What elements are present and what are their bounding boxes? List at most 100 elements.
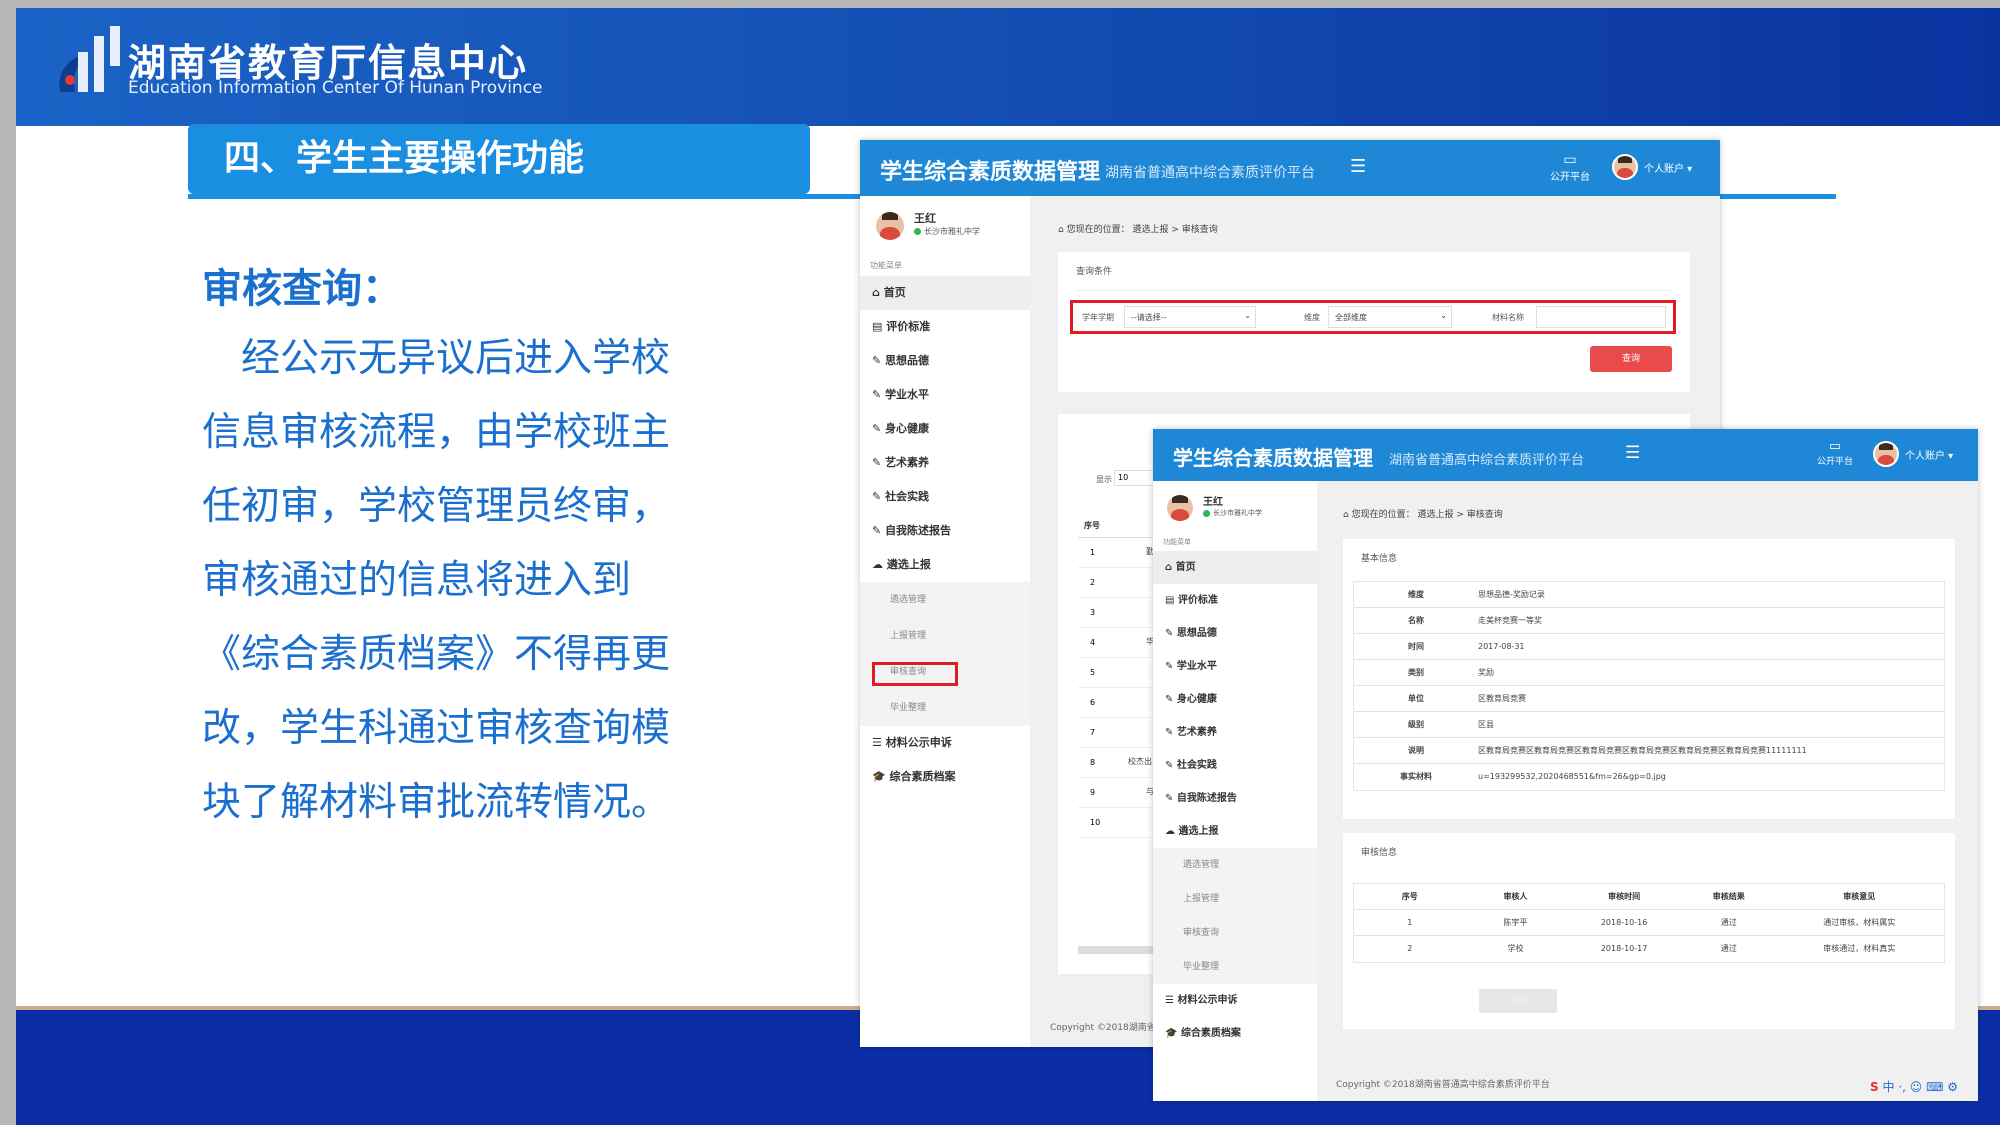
public-platform-label: 公开平台 xyxy=(1817,457,1854,467)
horizontal-scrollbar[interactable] xyxy=(1078,946,1158,954)
query-panel: 查询条件 学年学期 --请选择-- ⌄ 维度 全部维度 ⌄ 材料名称 查询 xyxy=(1058,252,1690,392)
sidebar-item-label: 身心健康 xyxy=(885,422,930,435)
basic-info-table: 维度 思想品德-奖励记录 名称 走美杯竞赛一等奖 时间 2017-08-31 类别 奖励… xyxy=(1353,581,1945,791)
sidebar-subitem-graduation[interactable]: 毕业整理 xyxy=(860,690,1030,726)
cell: 2 xyxy=(1407,944,1413,953)
public-platform-link[interactable]: ▭ 公开平台 xyxy=(1817,439,1853,467)
edit-icon: ✎ xyxy=(1165,760,1174,771)
sidebar-item-self-report[interactable]: ✎ 自我陈述报告 xyxy=(1153,782,1317,815)
breadcrumb: ⌂ 您现在的位置： 遴选上报 > 审核查询 xyxy=(1058,225,1218,235)
menu-toggle-icon[interactable]: ☰ xyxy=(1625,443,1640,463)
sidebar-item-label: 思想品德 xyxy=(1176,628,1217,639)
public-platform-link[interactable]: ▭ 公开平台 xyxy=(1550,152,1590,183)
field-key: 时间 xyxy=(1408,642,1424,651)
list-icon: ☰ xyxy=(872,736,882,749)
table-row: 1 陈宇平 2018-10-16 通过 通过审核，材料属实 xyxy=(1354,910,1944,936)
sidebar-item-label: 综合素质档案 xyxy=(889,770,956,783)
sidebar-item-appeal[interactable]: ☰ 材料公示申诉 xyxy=(1153,984,1317,1017)
sidebar-item-appeal[interactable]: ☰ 材料公示申诉 xyxy=(860,726,1030,760)
user-menu-label: 个人账户 xyxy=(1644,164,1684,175)
table-row[interactable]: 2 xyxy=(1078,568,1158,598)
sidebar-subitem-selection-manage[interactable]: 遴选管理 xyxy=(1153,848,1317,882)
sidebar-item-practice[interactable]: ✎ 社会实践 xyxy=(1153,749,1317,782)
sidebar-item-label: 自我陈述报告 xyxy=(1176,793,1237,804)
body-line: 经公示无异议后进入学校 xyxy=(202,336,671,381)
breadcrumb-parent[interactable]: 遴选上报 xyxy=(1417,510,1453,520)
term-label: 学年学期 xyxy=(1082,313,1114,322)
sidebar-item-home[interactable]: ⌂ 首页 xyxy=(1153,551,1317,584)
basic-info-panel: 基本信息 维度 思想品德-奖励记录 名称 走美杯竞赛一等奖 时间 2017-08-31… xyxy=(1343,539,1955,819)
sidebar-item-self-report[interactable]: ✎ 自我陈述报告 xyxy=(860,514,1030,548)
sidebar-item-selection[interactable]: ☁ 遴选上报 xyxy=(1153,815,1317,848)
sidebar: 王红 长沙市雅礼中学 功能菜单 ⌂ 首页 ▤ 评价标准 ✎ 思想品德 ✎ 学业水… xyxy=(860,196,1030,1047)
body-line: 块了解材料审批流转情况。 xyxy=(202,780,671,825)
sidebar-item-label: 学业水平 xyxy=(1176,661,1217,672)
sidebar-item-practice[interactable]: ✎ 社会实践 xyxy=(860,480,1030,514)
user-menu[interactable]: 个人账户 ▾ xyxy=(1905,447,1953,462)
sidebar-item-archive[interactable]: 🎓 综合素质档案 xyxy=(1153,1017,1317,1050)
sidebar-user-name: 王红 xyxy=(914,212,936,225)
sidebar-subitem-graduation[interactable]: 毕业整理 xyxy=(1153,950,1317,984)
table-row[interactable]: 3 xyxy=(1078,598,1158,628)
graduation-cap-icon: 🎓 xyxy=(1165,1028,1178,1039)
sidebar-item-label: 材料公示申诉 xyxy=(1177,995,1238,1006)
attachment-link[interactable]: u=193299532,2020468551&fm=26&gp=0.jpg xyxy=(1478,772,1666,781)
sidebar-item-health[interactable]: ✎ 身心健康 xyxy=(860,412,1030,446)
dimension-select[interactable]: 全部维度 ⌄ xyxy=(1328,306,1452,328)
table-row[interactable]: 6 xyxy=(1078,688,1158,718)
table-row[interactable]: 7 xyxy=(1078,718,1158,748)
ime-toolbar[interactable]: S 中 ·, ☺ ⌨ ⚙ xyxy=(1870,1078,1958,1095)
sidebar-avatar xyxy=(1165,493,1195,523)
user-menu[interactable]: 个人账户 ▾ xyxy=(1644,160,1692,175)
sidebar-item-art[interactable]: ✎ 艺术素养 xyxy=(1153,716,1317,749)
page-size-select[interactable]: 10 xyxy=(1114,470,1154,486)
sidebar-item-art[interactable]: ✎ 艺术素养 xyxy=(860,446,1030,480)
sidebar-item-academic[interactable]: ✎ 学业水平 xyxy=(1153,650,1317,683)
user-avatar[interactable] xyxy=(1612,154,1638,180)
chevron-down-icon: ⌄ xyxy=(1244,311,1251,320)
query-button[interactable]: 查询 xyxy=(1590,346,1672,372)
cell: 学校 xyxy=(1507,944,1524,953)
breadcrumb-current: 审核查询 xyxy=(1181,225,1218,235)
breadcrumb-parent[interactable]: 遴选上报 xyxy=(1132,225,1168,235)
table-row: 类别 奖励 xyxy=(1354,660,1944,686)
book-icon: ▤ xyxy=(1165,595,1175,606)
sidebar-item-home[interactable]: ⌂ 首页 xyxy=(860,276,1030,310)
sidebar-item-criteria[interactable]: ▤ 评价标准 xyxy=(1153,584,1317,617)
subheading: 审核查询： xyxy=(202,266,402,312)
user-avatar[interactable] xyxy=(1873,441,1899,467)
cloud-upload-icon: ☁ xyxy=(1165,826,1175,837)
material-name-input[interactable] xyxy=(1536,306,1666,328)
edit-icon: ✎ xyxy=(872,354,882,367)
sidebar-item-criteria[interactable]: ▤ 评价标准 xyxy=(860,310,1030,344)
sidebar-item-morality[interactable]: ✎ 思想品德 xyxy=(1153,617,1317,650)
sidebar-item-archive[interactable]: 🎓 综合素质档案 xyxy=(860,760,1030,794)
field-value: 区教育局竞赛区教育局竞赛区教育局竞赛区教育局竞赛区教育局竞赛区教育局竞赛1111… xyxy=(1478,746,1807,755)
edit-icon: ✎ xyxy=(872,422,882,435)
sidebar-item-label: 学业水平 xyxy=(885,388,930,401)
sidebar-item-health[interactable]: ✎ 身心健康 xyxy=(1153,683,1317,716)
table-row[interactable]: 5 xyxy=(1078,658,1158,688)
sidebar-user-school-text: 长沙市雅礼中学 xyxy=(1213,509,1262,517)
back-button[interactable]: 返回 xyxy=(1479,989,1557,1013)
cell: 通过审核，材料属实 xyxy=(1823,918,1896,927)
audit-table: 序号 审核人 审核时间 审核结果 审核意见 1 陈宇平 2018-10-16 通… xyxy=(1353,883,1945,963)
field-key: 维度 xyxy=(1408,590,1424,599)
term-select[interactable]: --请选择-- ⌄ xyxy=(1124,306,1256,328)
sidebar-subitem-report-manage[interactable]: 上报管理 xyxy=(1153,882,1317,916)
menu-label: 功能菜单 xyxy=(1163,538,1191,546)
sidebar-item-selection[interactable]: ☁ 遴选上报 xyxy=(860,548,1030,582)
sidebar-item-morality[interactable]: ✎ 思想品德 xyxy=(860,344,1030,378)
sidebar-subitem-audit-query[interactable]: 审核查询 xyxy=(1153,916,1317,950)
chevron-down-icon: ⌄ xyxy=(1440,311,1447,320)
sidebar-subitem-report-manage[interactable]: 上报管理 xyxy=(860,618,1030,654)
edit-icon: ✎ xyxy=(1165,727,1174,738)
sidebar-item-academic[interactable]: ✎ 学业水平 xyxy=(860,378,1030,412)
menu-toggle-icon[interactable]: ☰ xyxy=(1350,156,1366,177)
sidebar-item-label: 遴选上报 xyxy=(886,558,931,571)
dashboard-icon: ⌂ xyxy=(872,286,880,299)
sidebar-item-label: 首页 xyxy=(883,286,906,299)
sidebar-subitem-selection-manage[interactable]: 遴选管理 xyxy=(860,582,1030,618)
table-row[interactable]: 10 xyxy=(1078,808,1158,838)
field-value: 思想品德-奖励记录 xyxy=(1478,590,1545,599)
